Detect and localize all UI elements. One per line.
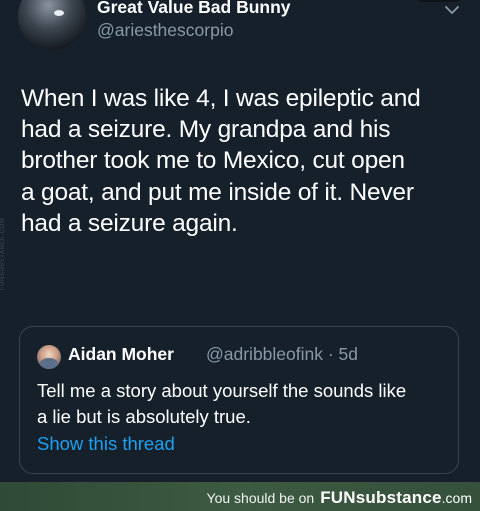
footer-prefix-text: You should be on	[206, 490, 315, 506]
tweet-card: Great Value Bad Bunny @ariesthescorpio W…	[0, 0, 480, 482]
quoted-text-line: a lie but is absolutely true.	[37, 406, 251, 427]
footer-brand-logo: FUNsubstance	[320, 488, 442, 507]
quoted-tweet-card[interactable]: Aidan Moher @adribbleofink · 5d Tell me …	[19, 326, 459, 474]
footer-watermark[interactable]: You should be on FUNsubstance.com	[207, 488, 472, 508]
top-edge-pill	[416, 0, 462, 2]
show-thread-link[interactable]: Show this thread	[37, 433, 175, 455]
quoted-text-line: Tell me a story about yourself the sound…	[37, 380, 407, 401]
tweet-body: When I was like 4, I was epileptic and h…	[21, 83, 469, 239]
avatar-highlight	[54, 10, 64, 16]
quoted-author-avatar[interactable]	[37, 345, 61, 369]
footer-domain-text: .com	[441, 490, 472, 506]
quoted-author-name[interactable]: Aidan Moher	[68, 344, 174, 365]
author-avatar[interactable]	[18, 0, 86, 50]
author-display-name[interactable]: Great Value Bad Bunny	[97, 0, 291, 18]
author-handle[interactable]: @ariesthescorpio	[97, 20, 233, 41]
tweet-text-line: brother took me to Mexico, cut open	[21, 147, 405, 175]
quoted-author-handle-time[interactable]: @adribbleofink · 5d	[206, 344, 358, 365]
tweet-text-line: had a seizure again.	[21, 209, 238, 237]
chevron-down-icon[interactable]	[443, 3, 461, 17]
tweet-text-line: a goat, and put me inside of it. Never	[21, 178, 414, 206]
funsubstance-footer-bar: You should be on FUNsubstance.com	[0, 482, 480, 511]
tweet-text-line: had a seizure. My grandpa and his	[21, 116, 391, 144]
tweet-text-line: When I was like 4, I was epileptic and	[21, 85, 421, 112]
side-watermark: FUNSUBSTANCE.COM	[0, 217, 6, 290]
quoted-tweet-body: Tell me a story about yourself the sound…	[37, 378, 447, 430]
